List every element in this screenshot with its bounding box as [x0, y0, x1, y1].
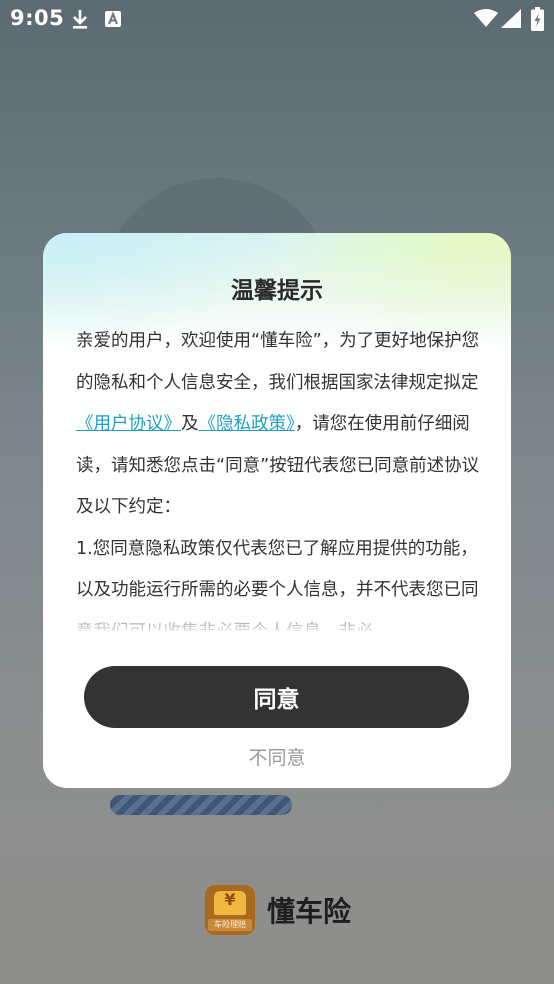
- logo-sub-text: 车险理赔: [208, 919, 252, 931]
- brand-name: 懂车险: [267, 895, 352, 928]
- status-bar: 9:05: [0, 0, 554, 38]
- user-agreement-link[interactable]: 《用户协议》: [76, 414, 181, 434]
- battery-charging-icon: [531, 7, 544, 35]
- intro-text-before-links: 亲爱的用户，欢迎使用“懂车险”，为了更好地保护您的隐私和个人信息安全，我们根据国…: [76, 331, 480, 393]
- download-icon: [70, 8, 90, 34]
- dialog-title: 温馨提示: [231, 278, 323, 304]
- loading-progress-bar: [110, 795, 292, 815]
- logo-yen-symbol: ¥: [224, 890, 236, 909]
- app-logo-icon: ¥ 车险理赔: [205, 885, 255, 935]
- privacy-policy-link[interactable]: 《隐私政策》: [199, 414, 295, 434]
- dialog-body[interactable]: 亲爱的用户，欢迎使用“懂车险”，为了更好地保护您的隐私和个人信息安全，我们根据国…: [76, 321, 481, 631]
- disagree-button[interactable]: 不同意: [43, 743, 511, 770]
- agree-button[interactable]: 同意: [84, 666, 469, 728]
- keyboard-a-icon: [104, 10, 122, 32]
- intro-paragraph: 亲爱的用户，欢迎使用“懂车险”，为了更好地保护您的隐私和个人信息安全，我们根据国…: [76, 321, 481, 529]
- status-time: 9:05: [10, 6, 65, 30]
- cellular-signal-icon: [501, 9, 521, 32]
- wifi-icon: [474, 9, 498, 31]
- privacy-dialog: 温馨提示 亲爱的用户，欢迎使用“懂车险”，为了更好地保护您的隐私和个人信息安全，…: [43, 233, 511, 788]
- conjunction-text: 及: [181, 414, 199, 434]
- brand: ¥ 车险理赔 懂车险: [205, 885, 351, 935]
